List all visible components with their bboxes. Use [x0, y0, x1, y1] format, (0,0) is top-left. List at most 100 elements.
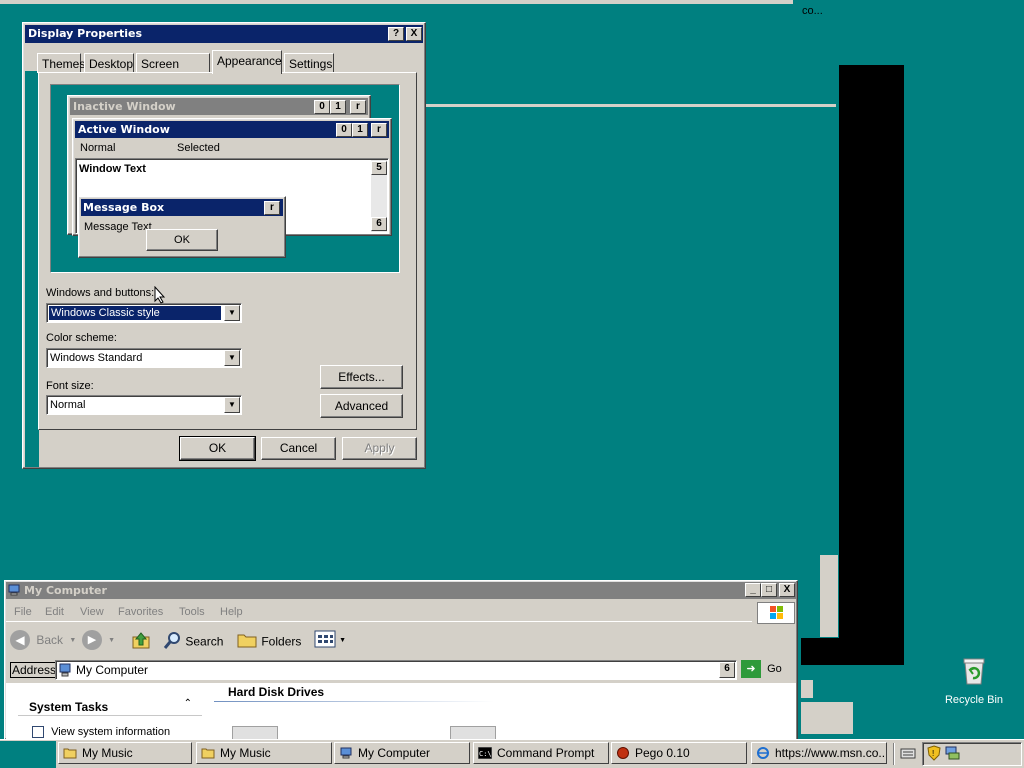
recycle-bin-label: Recycle Bin	[944, 694, 1004, 706]
preview-inactive-minimize: 0	[314, 100, 330, 114]
windows-buttons-value: Windows Classic style	[48, 305, 222, 321]
taskbar-btn-pego[interactable]: Pego 0.10	[611, 742, 747, 764]
tab-appearance[interactable]: Appearance	[212, 50, 282, 74]
chevron-down-icon[interactable]: ▼	[224, 350, 240, 366]
forward-button[interactable]: ▶ ▼	[82, 630, 122, 652]
menu-favorites[interactable]: Favorites	[118, 606, 163, 618]
computer-icon	[8, 584, 20, 596]
help-button[interactable]: ?	[388, 27, 404, 41]
minimize-button[interactable]: _	[745, 583, 761, 597]
preview-window-text: Window Text	[79, 163, 146, 175]
color-scheme-label: Color scheme:	[46, 332, 117, 344]
display-properties-titlebar[interactable]: Display Properties	[25, 25, 423, 43]
dialog-left-stripe	[25, 71, 39, 467]
network-icon[interactable]	[944, 745, 960, 761]
preview-inactive-maximize: 1	[330, 100, 346, 114]
svg-text:C:\: C:\	[479, 750, 492, 758]
preview-scroll-up: 5	[371, 161, 387, 175]
tab-screen-saver[interactable]: Screen Saver	[136, 53, 210, 85]
close-button[interactable]: X	[779, 583, 795, 597]
chevron-down-icon[interactable]: ▼	[224, 397, 240, 413]
up-folder-icon[interactable]	[130, 629, 152, 651]
color-scheme-select[interactable]: Windows Standard ▼	[46, 348, 242, 368]
window-title: Display Properties	[28, 27, 143, 40]
taskbar-btn-label: Pego 0.10	[635, 746, 690, 760]
drive-icon[interactable]	[232, 726, 278, 739]
ok-button[interactable]: OK	[179, 436, 256, 461]
advanced-button[interactable]: Advanced	[320, 394, 403, 418]
back-arrow-icon: ◀	[10, 630, 30, 650]
font-size-select[interactable]: Normal ▼	[46, 395, 242, 415]
recycle-bin[interactable]: Recycle Bin	[940, 656, 1008, 710]
taskbar-btn-my-music-1[interactable]: My Music	[58, 742, 192, 764]
computer-icon	[339, 747, 353, 759]
taskbar-btn-label: My Music	[82, 746, 133, 760]
windows-buttons-select[interactable]: Windows Classic style ▼	[46, 303, 242, 323]
gray-artifact-2	[801, 680, 813, 698]
preview-scroll-down: 6	[371, 217, 387, 231]
collapse-icon[interactable]: ⌃	[184, 698, 192, 709]
forward-arrow-icon: ▶	[82, 630, 102, 650]
preview-inactive-title: Inactive Window	[73, 100, 176, 113]
recycle-bin-icon	[961, 656, 987, 686]
my-computer-titlebar[interactable]: My Computer	[6, 582, 796, 599]
section-divider	[214, 701, 494, 702]
go-arrow-icon: ➜	[741, 660, 761, 678]
preview-msgbox-titlebar: Message Box	[81, 199, 283, 216]
desktop-line	[426, 104, 836, 107]
menu-edit[interactable]: Edit	[45, 606, 64, 618]
keyboard-icon[interactable]	[900, 746, 916, 760]
black-artifact	[839, 65, 904, 665]
menu-help[interactable]: Help	[220, 606, 243, 618]
taskbar-btn-my-computer[interactable]: My Computer	[334, 742, 470, 764]
address-dropdown[interactable]: 6	[719, 662, 735, 678]
folders-button[interactable]: Folders	[236, 630, 301, 652]
back-button[interactable]: ◀ Back ▼	[10, 630, 78, 652]
tab-themes[interactable]: Themes	[37, 53, 85, 73]
taskbar-btn-command-prompt[interactable]: C:\ Command Prompt	[473, 742, 609, 764]
go-button[interactable]: ➜ Go	[741, 660, 782, 680]
maximize-button[interactable]: □	[761, 583, 777, 597]
drive-icon[interactable]	[450, 726, 496, 739]
preview-msgbox-ok: OK	[146, 229, 218, 251]
windows-logo-icon	[757, 602, 795, 624]
back-label: Back	[36, 633, 64, 647]
cancel-button[interactable]: Cancel	[261, 437, 336, 460]
menu-tools[interactable]: Tools	[179, 606, 205, 618]
views-icon	[314, 630, 336, 651]
folder-icon	[63, 747, 77, 759]
security-shield-icon[interactable]: !	[927, 745, 941, 761]
taskbar-btn-label: My Music	[220, 746, 271, 760]
menu-view[interactable]: View	[80, 606, 104, 618]
folders-icon	[236, 630, 258, 653]
chevron-down-icon[interactable]: ▼	[224, 305, 240, 321]
close-button[interactable]: X	[406, 27, 422, 41]
preview-inactive-close: r	[350, 100, 366, 114]
search-label: Search	[185, 634, 224, 649]
command-prompt-icon: C:\	[477, 746, 493, 760]
go-label: Go	[767, 663, 782, 675]
pego-icon	[616, 747, 630, 759]
preview-menu-selected: Selected	[177, 142, 220, 154]
toolbar	[6, 626, 790, 656]
taskbar-btn-label: Command Prompt	[497, 746, 595, 760]
search-button[interactable]: Search	[162, 630, 223, 652]
apply-button[interactable]: Apply	[342, 437, 417, 460]
preview-active-title: Active Window	[78, 123, 170, 136]
task-view-system-info[interactable]: View system information	[32, 726, 171, 739]
taskbar-btn-msn[interactable]: https://www.msn.co...	[751, 742, 887, 764]
font-size-label: Font size:	[46, 380, 94, 392]
menu-file[interactable]: File	[14, 606, 32, 618]
system-tasks-header[interactable]: System Tasks ⌃	[18, 694, 202, 716]
tab-desktop[interactable]: Desktop	[84, 53, 134, 73]
folders-label: Folders	[261, 634, 302, 649]
preview-msgbox-title: Message Box	[83, 201, 165, 214]
tab-settings[interactable]: Settings	[284, 53, 334, 73]
top-right-label: co...	[802, 5, 823, 17]
address-input[interactable]: My Computer	[55, 660, 737, 680]
taskbar-btn-my-music-2[interactable]: My Music	[196, 742, 332, 764]
effects-button[interactable]: Effects...	[320, 365, 403, 389]
task-view-label: View system information	[51, 726, 171, 739]
top-strip	[0, 0, 793, 4]
views-button[interactable]: ▼	[314, 630, 350, 652]
